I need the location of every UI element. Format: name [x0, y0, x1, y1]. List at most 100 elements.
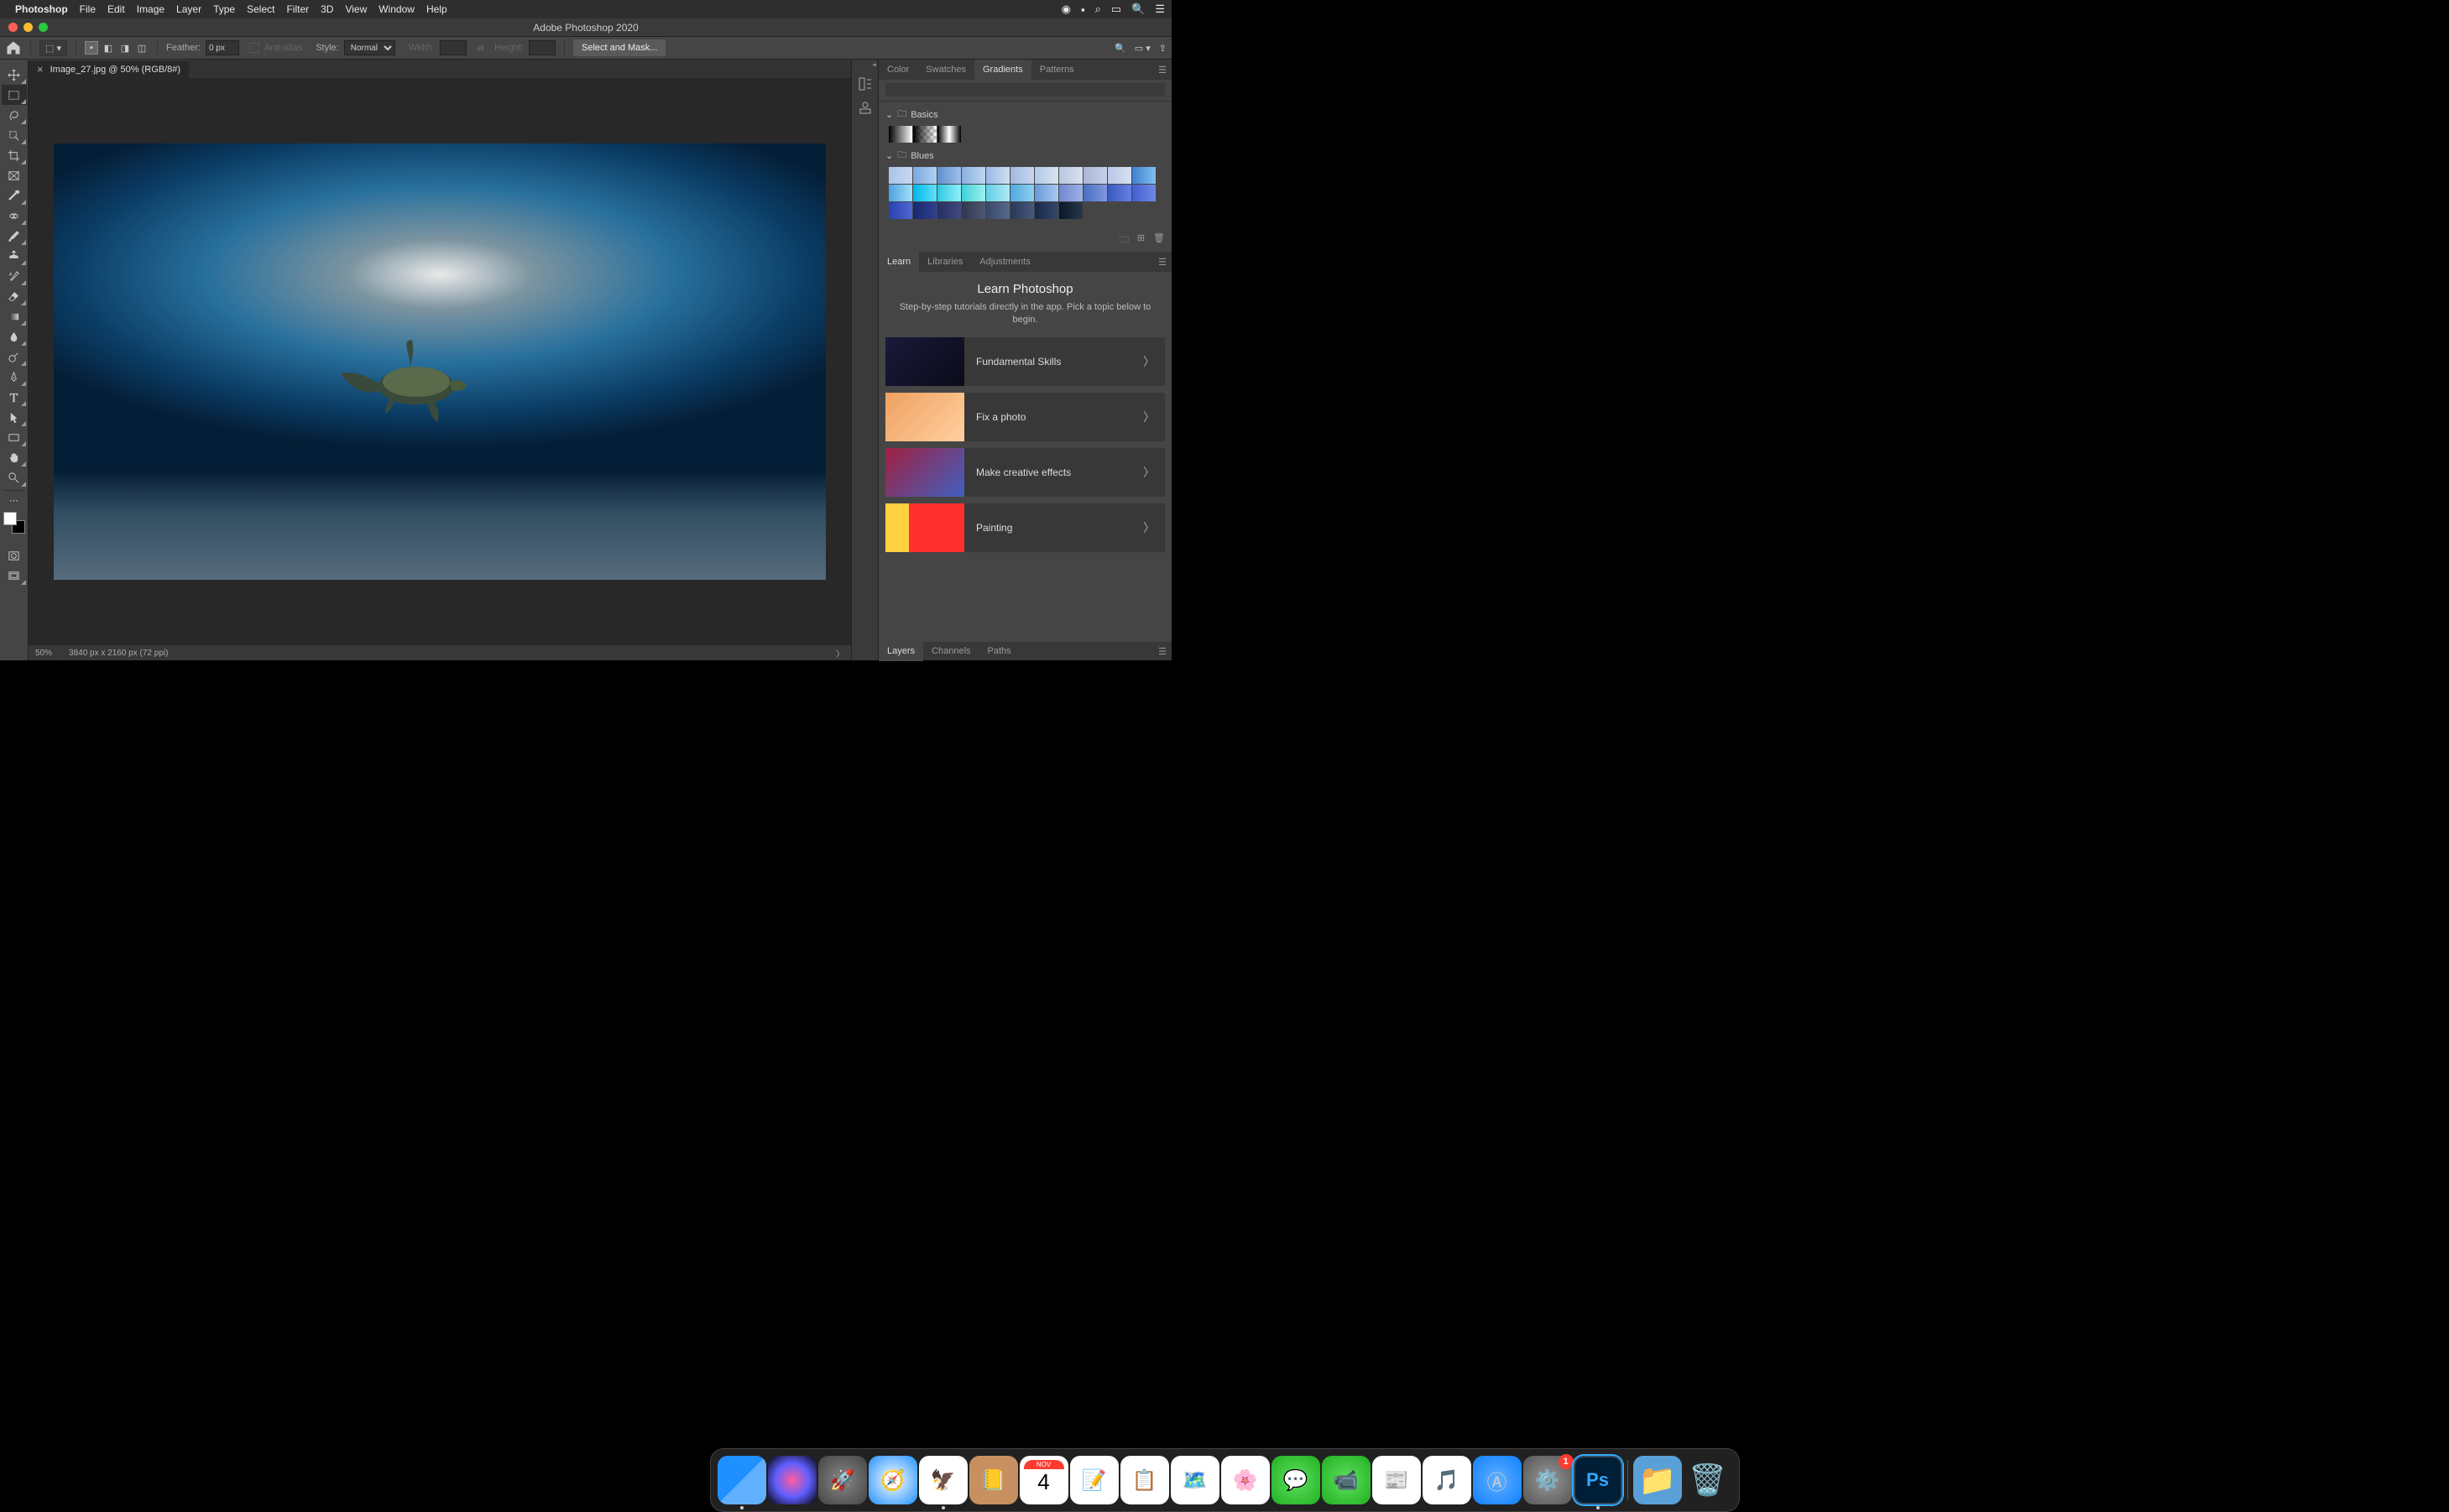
tab-swatches[interactable]: Swatches [917, 60, 974, 80]
color-swatches[interactable] [3, 512, 25, 534]
panel-menu-icon[interactable]: ☰ [1153, 257, 1172, 268]
tab-libraries[interactable]: Libraries [919, 252, 971, 272]
edit-toolbar-button[interactable]: ⋯ [2, 493, 27, 507]
gradient-swatch[interactable] [1035, 202, 1058, 219]
brush-tool[interactable] [2, 226, 27, 246]
home-button[interactable] [5, 40, 22, 55]
maximize-window-button[interactable] [39, 23, 48, 32]
creative-cloud-icon[interactable]: ◉ [1062, 3, 1071, 16]
foreground-color[interactable] [3, 512, 17, 525]
screen-mode-button[interactable] [2, 566, 27, 586]
gradient-swatch[interactable] [1084, 167, 1107, 184]
dock-contacts[interactable]: 📒 [969, 1456, 1018, 1504]
close-tab-icon[interactable]: × [37, 63, 44, 76]
learn-item[interactable]: Fix a photo〉 [885, 393, 1165, 441]
select-and-mask-button[interactable]: Select and Mask... [573, 39, 666, 56]
dock-facetime[interactable]: 📹 [1322, 1456, 1371, 1504]
gradient-swatch[interactable] [937, 202, 961, 219]
tab-patterns[interactable]: Patterns [1031, 60, 1083, 80]
gradient-swatch[interactable] [1132, 185, 1156, 201]
blur-tool[interactable] [2, 326, 27, 347]
dock-music[interactable]: 🎵 [1423, 1456, 1471, 1504]
add-selection-icon[interactable]: ◧ [102, 41, 115, 55]
gradient-swatch[interactable] [1059, 202, 1083, 219]
dock-finder[interactable] [718, 1456, 766, 1504]
menu-select[interactable]: Select [247, 3, 274, 15]
feather-input[interactable] [206, 40, 239, 55]
menu-type[interactable]: Type [213, 3, 235, 15]
path-selection-tool[interactable] [2, 407, 27, 427]
search-icon[interactable]: 🔍 [1131, 3, 1145, 16]
learn-item[interactable]: Make creative effects〉 [885, 448, 1165, 497]
gradient-tool[interactable] [2, 306, 27, 326]
history-brush-tool[interactable] [2, 266, 27, 286]
gradient-swatch[interactable] [986, 185, 1010, 201]
spotlight-icon[interactable]: ⌕ [1095, 3, 1101, 16]
dock-photoshop[interactable]: Ps [1574, 1456, 1622, 1504]
dock-appstore[interactable]: Ⓐ [1473, 1456, 1522, 1504]
gradient-swatch[interactable] [962, 167, 985, 184]
tab-learn[interactable]: Learn [879, 252, 919, 272]
frame-tool[interactable] [2, 165, 27, 185]
dock-photos[interactable]: 🌸 [1221, 1456, 1270, 1504]
dock-siri[interactable] [768, 1456, 817, 1504]
menu-layer[interactable]: Layer [176, 3, 201, 15]
search-icon[interactable]: 🔍 [1115, 43, 1126, 54]
gradient-swatch[interactable] [889, 167, 912, 184]
spot-healing-tool[interactable] [2, 206, 27, 226]
tab-gradients[interactable]: Gradients [974, 60, 1031, 80]
tab-paths[interactable]: Paths [979, 641, 1020, 661]
dock-safari[interactable]: 🧭 [869, 1456, 917, 1504]
new-gradient-icon[interactable]: ⊞ [1137, 232, 1145, 248]
gradient-swatch[interactable] [1132, 167, 1156, 184]
gradient-search-input[interactable] [885, 83, 1165, 96]
pen-tool[interactable] [2, 367, 27, 387]
menu-edit[interactable]: Edit [107, 3, 125, 15]
zoom-level[interactable]: 50% [35, 649, 52, 658]
menu-window[interactable]: Window [379, 3, 415, 15]
gradient-swatch[interactable] [937, 167, 961, 184]
gradient-swatch[interactable] [1035, 185, 1058, 201]
learn-item[interactable]: Painting〉 [885, 503, 1165, 552]
gradient-swatch[interactable] [1010, 202, 1034, 219]
gradient-swatch[interactable] [986, 202, 1010, 219]
tool-preset-picker[interactable]: ⬚ ▾ [39, 40, 67, 56]
status-flyout-icon[interactable]: 〉 [836, 647, 844, 660]
gradient-swatch[interactable] [889, 185, 912, 201]
dock-settings[interactable]: ⚙️1 [1523, 1456, 1572, 1504]
gradient-swatch[interactable] [937, 126, 961, 143]
crop-tool[interactable] [2, 145, 27, 165]
magic-wand-tool[interactable] [2, 125, 27, 145]
move-tool[interactable] [2, 65, 27, 85]
gradient-group-header[interactable]: ⌄🗀Basics [885, 107, 1165, 123]
lasso-tool[interactable] [2, 105, 27, 125]
app-menu[interactable]: Photoshop [15, 3, 68, 15]
gradient-swatch[interactable] [1059, 185, 1083, 201]
dock-downloads[interactable]: 📁 [1633, 1456, 1682, 1504]
new-selection-icon[interactable]: ▪ [85, 41, 98, 55]
canvas-image[interactable] [54, 143, 826, 580]
rectangle-tool[interactable] [2, 427, 27, 447]
dock-messages[interactable]: 💬 [1271, 1456, 1320, 1504]
new-group-icon[interactable]: 🗀 [1120, 232, 1129, 248]
gradient-swatch[interactable] [913, 167, 937, 184]
document-tab[interactable]: × Image_27.jpg @ 50% (RGB/8#) [29, 60, 189, 78]
screen-mode-icon[interactable]: ▭ ▾ [1135, 43, 1151, 54]
type-tool[interactable] [2, 387, 27, 407]
menu-3d[interactable]: 3D [321, 3, 333, 15]
gradient-swatch[interactable] [1108, 167, 1131, 184]
dock-calendar[interactable]: NOV4 [1020, 1456, 1068, 1504]
tab-layers[interactable]: Layers [879, 641, 923, 661]
gradient-swatch[interactable] [889, 126, 912, 143]
subtract-selection-icon[interactable]: ◨ [118, 41, 132, 55]
gradient-group-header[interactable]: ⌄🗀Blues [885, 148, 1165, 164]
eraser-tool[interactable] [2, 286, 27, 306]
dock-mail[interactable]: 🦅 [919, 1456, 968, 1504]
hand-tool[interactable] [2, 447, 27, 467]
gradient-swatch[interactable] [913, 185, 937, 201]
dodge-tool[interactable] [2, 347, 27, 367]
dock-maps[interactable]: 🗺️ [1171, 1456, 1219, 1504]
dock-reminders[interactable]: 📋 [1120, 1456, 1169, 1504]
gradient-swatch[interactable] [962, 185, 985, 201]
gradient-swatch[interactable] [913, 126, 937, 143]
